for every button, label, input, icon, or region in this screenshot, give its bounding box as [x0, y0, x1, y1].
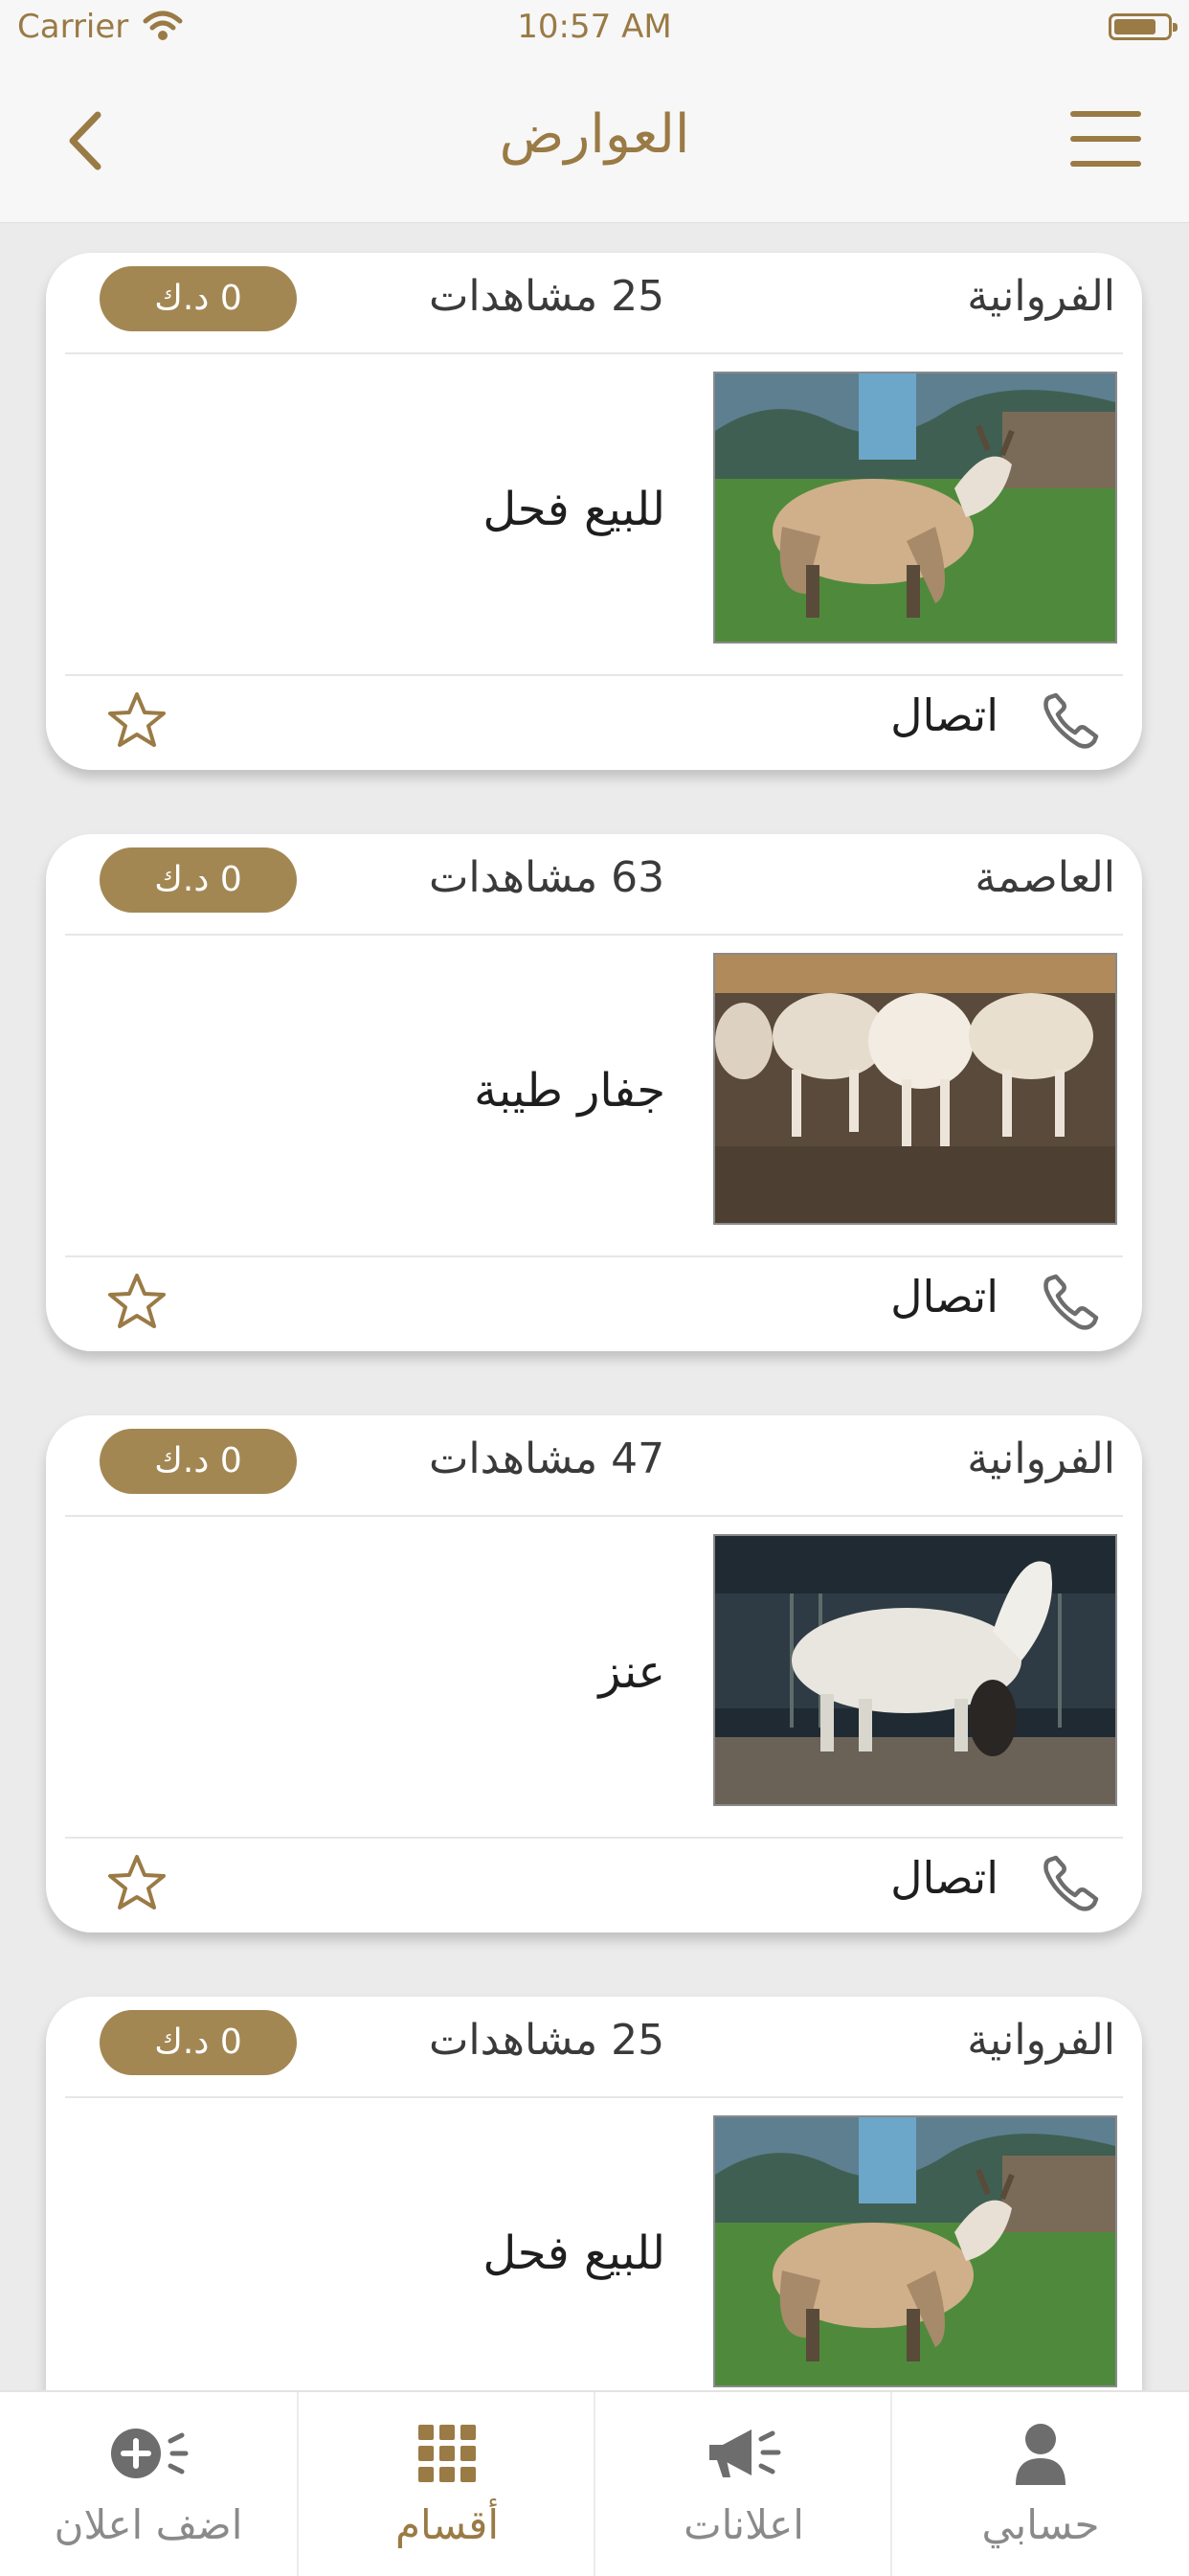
add-ad-icon: [111, 2429, 189, 2478]
megaphone-icon: [709, 2429, 781, 2477]
listing-card[interactable]: الفروانية 47 مشاهدات 0 د.ك عنز اتصال: [46, 1415, 1142, 1932]
call-button[interactable]: اتصال: [890, 1852, 998, 1904]
divider: [65, 1255, 1123, 1257]
battery-icon: [1109, 13, 1178, 40]
listing-title[interactable]: للبيع فحل: [482, 483, 665, 536]
phone-icon[interactable]: [1041, 1273, 1100, 1332]
star-icon[interactable]: [105, 1852, 168, 1915]
status-time: 10:57 AM: [517, 8, 672, 46]
listing-card[interactable]: العاصمة 63 مشاهدات 0 د.ك جفار طيبة اتصال: [46, 834, 1142, 1351]
star-icon[interactable]: [105, 1271, 168, 1334]
price-badge: 0 د.ك: [100, 1429, 297, 1494]
price-badge: 0 د.ك: [100, 2010, 297, 2075]
hamburger-menu-icon[interactable]: [1070, 111, 1141, 167]
listing-views: 47 مشاهدات: [429, 1435, 665, 1483]
listing-region: الفروانية: [967, 2016, 1115, 2065]
listing-photo-goat-on-grass[interactable]: [713, 2115, 1117, 2387]
listing-card[interactable]: الفروانية 25 مشاهدات 0 د.ك للبيع فحل اتص…: [46, 253, 1142, 770]
nav-bar: العوارض: [0, 59, 1189, 223]
grid-icon: [418, 2425, 476, 2482]
phone-icon[interactable]: [1041, 1854, 1100, 1913]
divider: [65, 1837, 1123, 1839]
divider: [65, 352, 1123, 354]
tab-bar: اضف اعلان أقسام اعلانات حسابي: [0, 2390, 1189, 2576]
page-title: العوارض: [499, 103, 690, 166]
listing-title[interactable]: للبيع فحل: [482, 2226, 665, 2280]
listing-photo-goat-herd[interactable]: [713, 953, 1117, 1225]
tab-label: اعلانات: [684, 2501, 804, 2548]
price-badge: 0 د.ك: [100, 847, 297, 913]
listings-list[interactable]: الفروانية 25 مشاهدات 0 د.ك للبيع فحل اتص…: [0, 222, 1189, 2390]
listing-region: العاصمة: [975, 853, 1115, 902]
call-button[interactable]: اتصال: [890, 689, 998, 741]
tab-label: حسابي: [981, 2501, 1100, 2548]
divider: [65, 934, 1123, 936]
phone-icon[interactable]: [1041, 691, 1100, 751]
price-badge: 0 د.ك: [100, 266, 297, 331]
call-button[interactable]: اتصال: [890, 1271, 998, 1322]
status-bar: Carrier 10:57 AM: [0, 0, 1189, 59]
tab-add-ad[interactable]: اضف اعلان: [0, 2392, 297, 2576]
listing-title[interactable]: عنز: [598, 1645, 665, 1699]
listing-photo-goat-on-grass[interactable]: [713, 372, 1117, 644]
battery-level: [1114, 19, 1155, 34]
tab-account[interactable]: حسابي: [892, 2392, 1189, 2576]
listing-views: 63 مشاهدات: [429, 853, 665, 902]
listing-title[interactable]: جفار طيبة: [474, 1064, 665, 1118]
tab-ads[interactable]: اعلانات: [595, 2392, 892, 2576]
listing-card[interactable]: الفروانية 25 مشاهدات 0 د.ك للبيع فحل اتص…: [46, 1997, 1142, 2390]
divider: [65, 1515, 1123, 1517]
star-icon[interactable]: [105, 689, 168, 753]
listing-region: الفروانية: [967, 1435, 1115, 1483]
user-icon: [1016, 2424, 1066, 2485]
divider: [65, 674, 1123, 676]
tab-label: اضف اعلان: [54, 2501, 243, 2548]
listing-photo-white-goat-night[interactable]: [713, 1534, 1117, 1806]
listing-views: 25 مشاهدات: [429, 2016, 665, 2065]
tab-categories[interactable]: أقسام: [299, 2392, 595, 2576]
listing-views: 25 مشاهدات: [429, 272, 665, 321]
divider: [65, 2096, 1123, 2098]
tab-label: أقسام: [394, 2501, 499, 2548]
listing-region: الفروانية: [967, 272, 1115, 321]
